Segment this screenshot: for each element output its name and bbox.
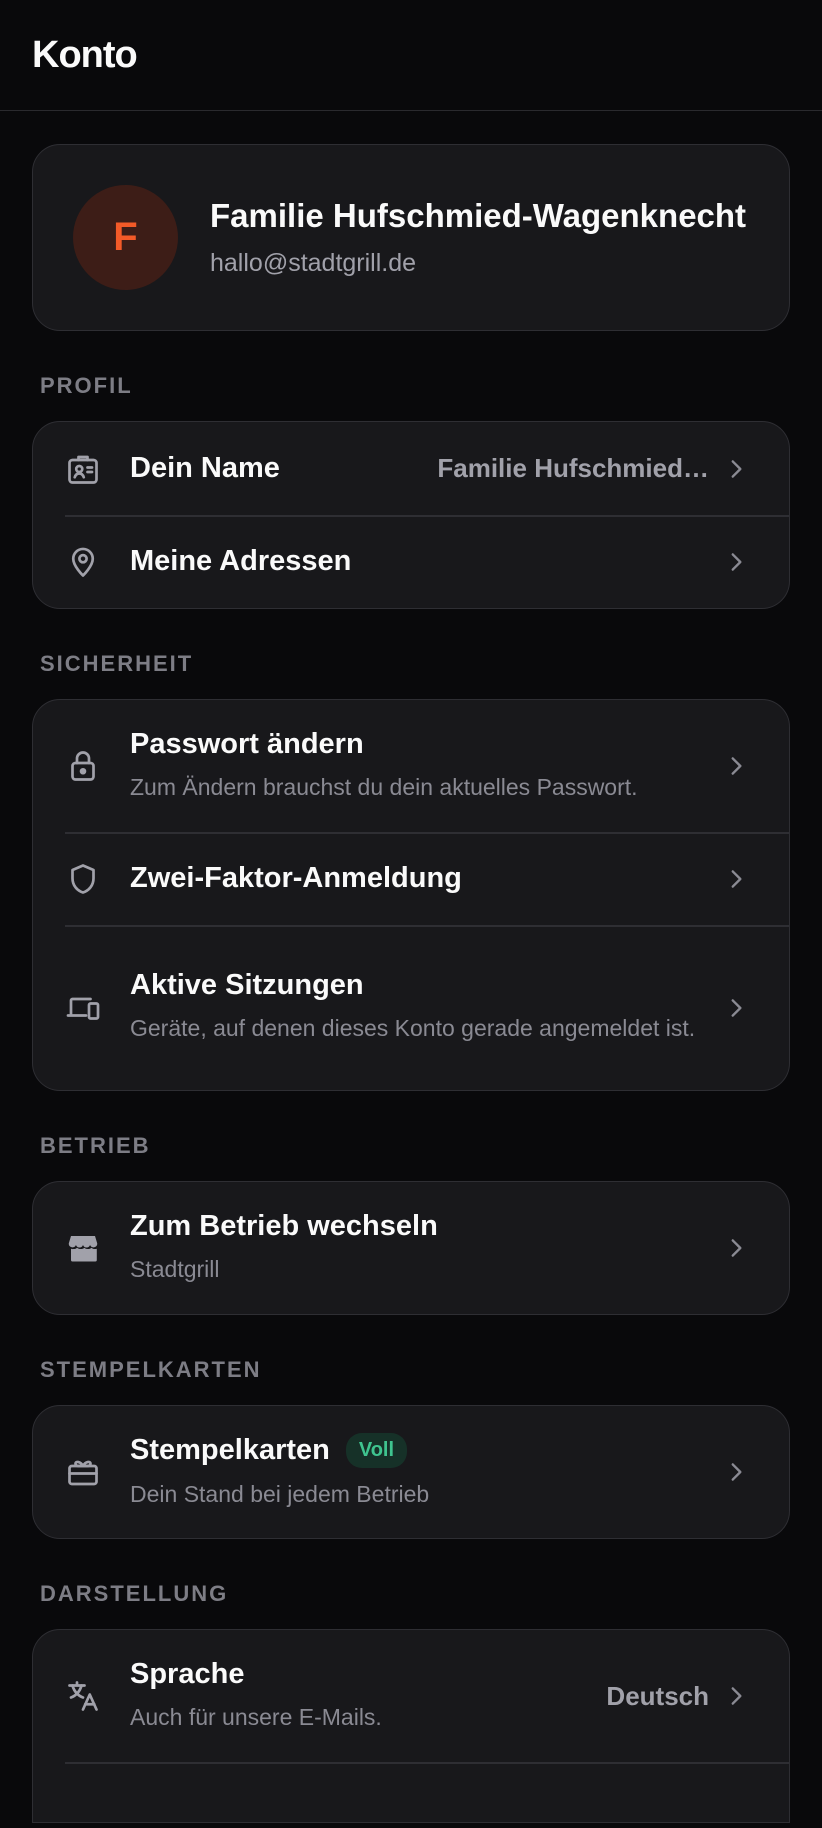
section-label-betrieb: BETRIEB xyxy=(40,1133,151,1158)
row-body: Zwei-Faktor-Anmeldung xyxy=(130,840,709,917)
shield-icon xyxy=(65,861,101,897)
sicherheit-card: Passwort ändern Zum Ändern brauchst du d… xyxy=(32,699,790,1091)
row-title: Sprache xyxy=(130,1657,245,1690)
row-title: Dein Name xyxy=(130,452,280,484)
darstellung-card: Sprache Auch für unsere E-Mails. Deutsch xyxy=(32,1629,790,1823)
section-label-profil: PROFIL xyxy=(40,373,133,398)
id-badge-icon xyxy=(65,451,101,487)
app-header: Konto xyxy=(0,0,822,111)
row-passwort-aendern[interactable]: Passwort ändern Zum Ändern brauchst du d… xyxy=(33,700,789,832)
row-next-partial[interactable] xyxy=(33,1762,789,1822)
gift-card-icon xyxy=(65,1454,101,1490)
section-label-darstellung: DARSTELLUNG xyxy=(40,1581,229,1606)
row-aktive-sitzungen[interactable]: Aktive Sitzungen Geräte, auf denen diese… xyxy=(33,925,789,1090)
chevron-right-icon xyxy=(731,998,742,1017)
row-subtitle: Stadtgrill xyxy=(130,1255,220,1282)
row-sprache[interactable]: Sprache Auch für unsere E-Mails. Deutsch xyxy=(33,1630,789,1762)
row-body: Zum Betrieb wechseln Stadtgrill xyxy=(130,1188,709,1308)
row-subtitle: Geräte, auf denen dieses Konto gerade an… xyxy=(130,1015,696,1042)
chevron-right-icon xyxy=(731,459,742,478)
row-subtitle: Dein Stand bei jedem Betrieb xyxy=(130,1480,430,1507)
store-icon xyxy=(65,1230,101,1266)
row-subtitle: Auch für unsere E-Mails. xyxy=(130,1703,382,1730)
row-body: Aktive Sitzungen Geräte, auf denen diese… xyxy=(130,947,709,1067)
row-stempelkarten[interactable]: Stempelkarten Voll Dein Stand bei jedem … xyxy=(33,1406,789,1538)
profil-card: Dein Name Familie Hufschmied… Meine Adre… xyxy=(32,421,790,609)
page-title: Konto xyxy=(32,33,138,76)
row-body: Stempelkarten Voll Dein Stand bei jedem … xyxy=(130,1411,709,1533)
row-meine-adressen[interactable]: Meine Adressen xyxy=(33,515,789,608)
stempelkarten-card: Stempelkarten Voll Dein Stand bei jedem … xyxy=(32,1405,790,1539)
chevron-right-icon xyxy=(731,552,742,571)
section-label-sicherheit: SICHERHEIT xyxy=(40,651,194,676)
chevron-right-icon xyxy=(731,869,742,888)
row-body: Dein Name xyxy=(130,430,421,507)
section-label-stempelkarten: STEMPELKARTEN xyxy=(40,1357,262,1382)
row-body: Sprache Auch für unsere E-Mails. xyxy=(130,1636,590,1756)
row-zwei-faktor[interactable]: Zwei-Faktor-Anmeldung xyxy=(33,832,789,925)
row-body: Passwort ändern Zum Ändern brauchst du d… xyxy=(130,706,709,826)
profile-text: Familie Hufschmied-Wagenknecht hallo@sta… xyxy=(210,197,746,278)
map-pin-icon xyxy=(65,544,101,580)
row-value: Familie Hufschmied… xyxy=(437,453,709,483)
row-title: Meine Adressen xyxy=(130,545,352,577)
row-subtitle: Zum Ändern brauchst du dein aktuelles Pa… xyxy=(130,773,638,800)
betrieb-card: Zum Betrieb wechseln Stadtgrill xyxy=(32,1181,790,1315)
row-title: Passwort ändern xyxy=(130,727,364,760)
row-value: Deutsch xyxy=(606,1680,709,1711)
row-title: Zum Betrieb wechseln xyxy=(130,1209,438,1242)
profile-email: hallo@stadtgrill.de xyxy=(210,249,417,277)
avatar: F xyxy=(73,185,178,290)
row-dein-name[interactable]: Dein Name Familie Hufschmied… xyxy=(33,422,789,515)
chevron-right-icon xyxy=(731,1463,742,1481)
profile-name: Familie Hufschmied-Wagenknecht xyxy=(210,197,747,234)
row-zum-betrieb-wechseln[interactable]: Zum Betrieb wechseln Stadtgrill xyxy=(33,1182,789,1314)
row-title: Aktive Sitzungen xyxy=(130,969,364,1002)
translate-icon xyxy=(65,1678,101,1714)
row-title: Zwei-Faktor-Anmeldung xyxy=(130,862,462,894)
chevron-right-icon xyxy=(731,757,742,775)
row-title: Stempelkarten xyxy=(130,1433,330,1466)
status-badge: Voll xyxy=(345,1432,408,1468)
chevron-right-icon xyxy=(731,1239,742,1257)
row-body: Meine Adressen xyxy=(130,523,709,600)
lock-icon xyxy=(65,748,101,784)
profile-card[interactable]: F Familie Hufschmied-Wagenknecht hallo@s… xyxy=(32,144,790,331)
chevron-right-icon xyxy=(731,1687,742,1705)
account-content: F Familie Hufschmied-Wagenknecht hallo@s… xyxy=(0,111,822,1823)
row-title-wrap: Stempelkarten Voll xyxy=(130,1432,709,1468)
devices-icon xyxy=(65,990,101,1026)
